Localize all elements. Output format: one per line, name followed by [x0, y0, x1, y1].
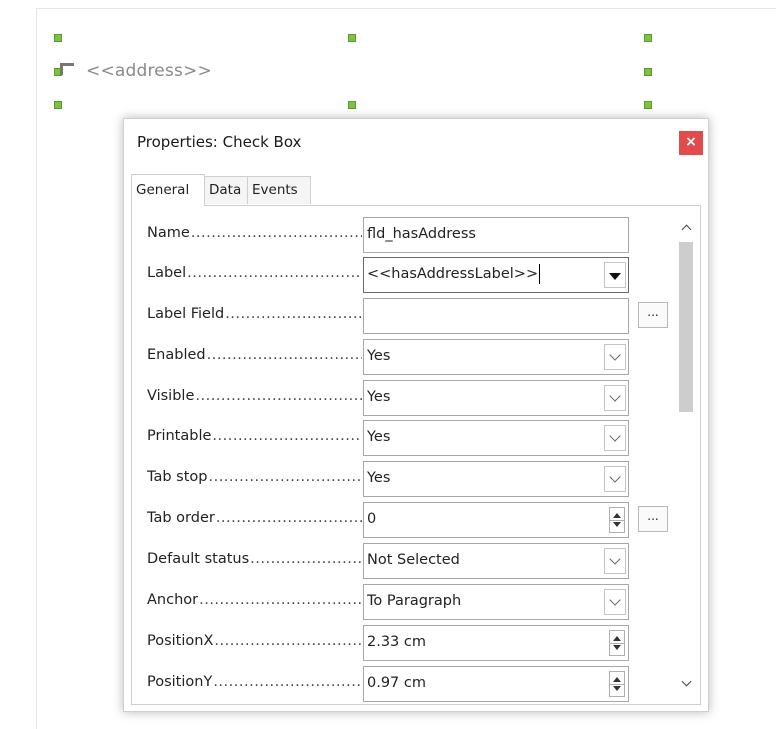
spin-arrows-icon[interactable] [609, 507, 625, 533]
name-input[interactable]: fld_hasAddress [363, 217, 629, 253]
general-tab-panel: Name fld_hasAddress Label <<hasAddressLa… [131, 205, 701, 705]
scroll-up-icon[interactable] [681, 224, 692, 235]
dropdown-arrow-icon[interactable] [604, 262, 626, 288]
property-label: Enabled [147, 347, 362, 363]
selection-handle-bottom-right[interactable] [644, 101, 652, 109]
default-status-dropdown[interactable]: Not Selected [363, 543, 629, 579]
scroll-down-icon[interactable] [681, 676, 692, 687]
chevron-down-icon[interactable] [604, 344, 626, 370]
selection-handle-bottom-center[interactable] [348, 101, 356, 109]
vertical-scrollbar[interactable] [676, 206, 696, 704]
property-label: PositionY [147, 674, 362, 690]
chevron-down-icon[interactable] [604, 385, 626, 411]
tab-data[interactable]: Data [204, 176, 248, 204]
tab-general[interactable]: General [131, 174, 205, 206]
property-label: Visible [147, 388, 362, 404]
property-label: Default status [147, 551, 362, 567]
properties-dialog: Properties: Check Box × General Data Eve… [123, 118, 709, 712]
visible-dropdown[interactable]: Yes [363, 380, 629, 416]
page-edge-top [36, 8, 776, 9]
position-x-spinbox[interactable]: 2.33 cm [363, 625, 629, 661]
spin-arrows-icon[interactable] [609, 671, 625, 697]
close-button[interactable]: × [679, 131, 703, 155]
property-label: Label [147, 265, 362, 281]
property-label: Tab order [147, 510, 362, 526]
property-label: Tab stop [147, 469, 362, 485]
position-y-spinbox[interactable]: 0.97 cm [363, 666, 629, 702]
property-label: PositionX [147, 633, 362, 649]
property-label: Anchor [147, 592, 362, 608]
checkbox-field-label[interactable]: <<address>> [86, 61, 212, 81]
checkbox-control-icon[interactable] [60, 63, 74, 75]
chevron-down-icon[interactable] [604, 466, 626, 492]
label-combobox[interactable]: <<hasAddressLabel>> [363, 257, 629, 293]
printable-dropdown[interactable]: Yes [363, 420, 629, 456]
enabled-dropdown[interactable]: Yes [363, 339, 629, 375]
scrollbar-thumb[interactable] [679, 242, 693, 412]
property-label: Printable [147, 428, 362, 444]
chevron-down-icon[interactable] [604, 548, 626, 574]
chevron-down-icon[interactable] [604, 589, 626, 615]
tab-order-button[interactable]: ... [638, 506, 668, 532]
page-edge-left [36, 8, 37, 729]
selection-handle-middle-right[interactable] [644, 68, 652, 76]
spin-arrows-icon[interactable] [609, 630, 625, 656]
chevron-down-icon[interactable] [604, 425, 626, 451]
selection-handle-bottom-left[interactable] [54, 101, 62, 109]
selection-handle-top-right[interactable] [644, 34, 652, 42]
tab-events[interactable]: Events [247, 176, 311, 204]
tab-order-spinbox[interactable]: 0 [363, 502, 629, 538]
tab-stop-dropdown[interactable]: Yes [363, 461, 629, 497]
label-field-browse-button[interactable]: ... [638, 302, 668, 328]
dialog-title: Properties: Check Box [137, 133, 302, 151]
text-cursor [539, 264, 541, 284]
label-field-input[interactable] [363, 298, 629, 334]
selection-handle-top-left[interactable] [54, 34, 62, 42]
anchor-dropdown[interactable]: To Paragraph [363, 584, 629, 620]
selection-handle-top-center[interactable] [348, 34, 356, 42]
property-label: Name [147, 225, 362, 241]
property-label: Label Field [147, 306, 362, 322]
